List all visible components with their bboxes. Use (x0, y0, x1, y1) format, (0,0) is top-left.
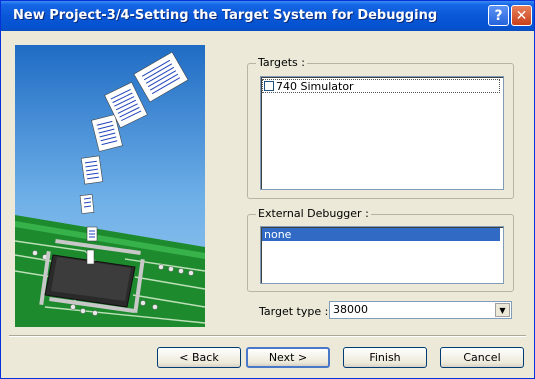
target-type-select[interactable]: 38000 ▼ (329, 301, 512, 319)
finish-button-label: Finish (369, 351, 401, 364)
target-checkbox[interactable] (264, 81, 274, 91)
dropdown-arrow-icon[interactable]: ▼ (495, 303, 510, 317)
external-debugger-label: External Debugger : (256, 207, 371, 220)
external-debugger-group: External Debugger : none (247, 207, 514, 292)
chip-documents-illustration (15, 45, 205, 327)
target-item-label: 740 Simulator (276, 79, 354, 93)
targets-group: Targets : 740 Simulator (247, 56, 514, 199)
back-button-label: < Back (179, 351, 219, 364)
wizard-illustration (15, 45, 205, 327)
help-icon: ? (494, 7, 503, 24)
targets-label: Targets : (256, 56, 307, 69)
debugger-item-label: none (264, 228, 292, 241)
debugger-item[interactable]: none (262, 228, 500, 241)
close-button[interactable]: ✕ (511, 5, 532, 26)
back-button[interactable]: < Back (157, 347, 241, 368)
window-title: New Project-3/4-Setting the Target Syste… (13, 8, 438, 23)
next-button[interactable]: Next > (246, 347, 330, 368)
next-button-label: Next > (268, 351, 308, 364)
close-icon: ✕ (515, 7, 528, 24)
finish-button[interactable]: Finish (343, 347, 427, 368)
cancel-button-label: Cancel (463, 351, 501, 364)
button-separator (9, 335, 526, 337)
help-button[interactable]: ? (488, 5, 509, 26)
target-type-label: Target type : (259, 305, 329, 318)
dialog-window: New Project-3/4-Setting the Target Syste… (0, 0, 535, 379)
targets-listbox[interactable]: 740 Simulator (260, 76, 504, 190)
external-debugger-listbox[interactable]: none (260, 226, 504, 284)
target-item[interactable]: 740 Simulator (262, 79, 500, 93)
target-type-value: 38000 (333, 303, 368, 316)
cancel-button[interactable]: Cancel (440, 347, 524, 368)
title-bar[interactable]: New Project-3/4-Setting the Target Syste… (1, 1, 534, 31)
